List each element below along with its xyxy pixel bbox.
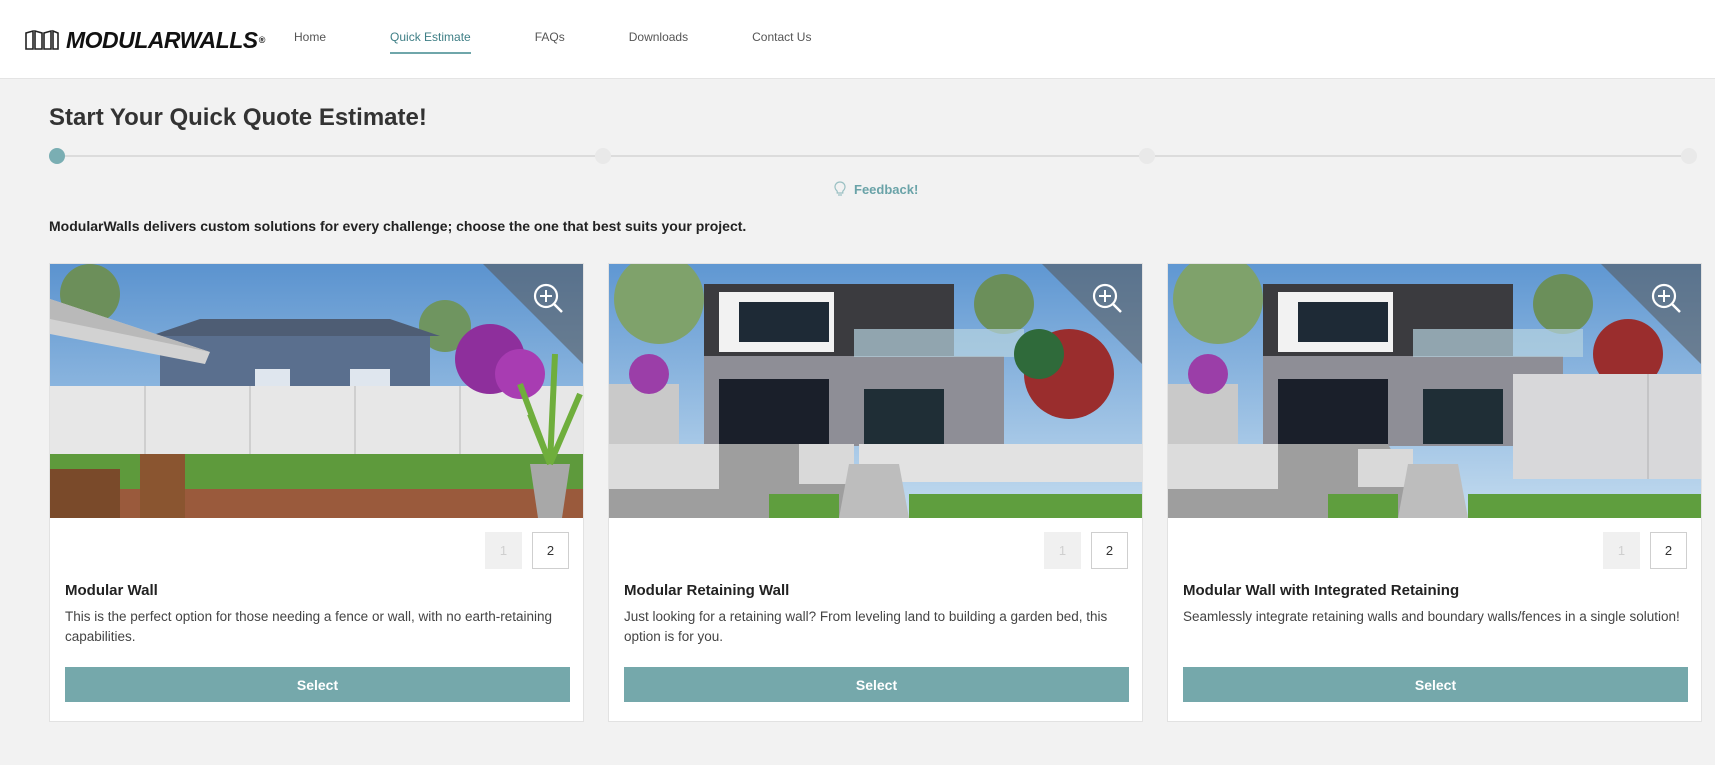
select-button-integrated-retaining[interactable]: Select (1183, 667, 1688, 702)
intro-text: ModularWalls delivers custom solutions f… (49, 218, 747, 234)
nav-home[interactable]: Home (294, 30, 326, 54)
card-image[interactable] (50, 264, 583, 518)
nav-faqs[interactable]: FAQs (535, 30, 565, 54)
progress-step-end (1681, 148, 1697, 164)
progress-step-1 (49, 148, 65, 164)
image-pager: 1 2 (475, 532, 569, 569)
card-title: Modular Wall (65, 582, 158, 599)
zoom-button[interactable] (1601, 264, 1701, 364)
nav-contact-us[interactable]: Contact Us (752, 30, 811, 54)
zoom-in-icon (533, 283, 563, 313)
card-image[interactable] (609, 264, 1142, 518)
page-button-2[interactable]: 2 (1091, 532, 1128, 569)
page-title: Start Your Quick Quote Estimate! (49, 104, 427, 131)
feedback-label: Feedback! (854, 181, 919, 197)
option-card-modular-wall: 1 2 Modular Wall This is the perfect opt… (49, 263, 584, 722)
image-pager: 1 2 (1593, 532, 1687, 569)
progress-bar (49, 148, 1697, 164)
logo-registered-mark: ® (258, 35, 266, 45)
page-button-2[interactable]: 2 (532, 532, 569, 569)
page-button-1[interactable]: 1 (485, 532, 522, 569)
option-card-integrated-retaining: 1 2 Modular Wall with Integrated Retaini… (1167, 263, 1702, 722)
card-title: Modular Retaining Wall (624, 582, 790, 599)
select-button-modular-retaining-wall[interactable]: Select (624, 667, 1129, 702)
zoom-button[interactable] (483, 264, 583, 364)
select-button-modular-wall[interactable]: Select (65, 667, 570, 702)
image-pager: 1 2 (1034, 532, 1128, 569)
feedback-link[interactable]: Feedback! (834, 181, 918, 197)
logo[interactable]: MODULARWALLS ® (24, 26, 265, 54)
main-nav: Home Quick Estimate FAQs Downloads Conta… (294, 30, 875, 54)
page-button-1[interactable]: 1 (1603, 532, 1640, 569)
zoom-in-icon (1092, 283, 1122, 313)
progress-segment (1155, 155, 1681, 157)
card-title: Modular Wall with Integrated Retaining (1183, 582, 1460, 599)
card-description: This is the perfect option for those nee… (65, 609, 553, 644)
zoom-button[interactable] (1042, 264, 1142, 364)
card-description: Just looking for a retaining wall? From … (624, 609, 1108, 644)
logo-text: MODULARWALLS (66, 26, 258, 53)
card-image[interactable] (1168, 264, 1701, 518)
option-card-modular-retaining-wall: 1 2 Modular Retaining Wall Just looking … (608, 263, 1143, 722)
progress-segment (611, 155, 1139, 157)
wall-panels-icon (25, 29, 59, 50)
progress-step-2 (595, 148, 611, 164)
card-description: Seamlessly integrate retaining walls and… (1183, 609, 1680, 624)
lightbulb-icon (834, 181, 846, 196)
progress-segment (65, 155, 595, 157)
nav-downloads[interactable]: Downloads (629, 30, 688, 54)
page-button-2[interactable]: 2 (1650, 532, 1687, 569)
page-button-1[interactable]: 1 (1044, 532, 1081, 569)
site-header: MODULARWALLS ® Home Quick Estimate FAQs D… (0, 0, 1715, 79)
progress-step-3 (1139, 148, 1155, 164)
zoom-in-icon (1651, 283, 1681, 313)
nav-quick-estimate[interactable]: Quick Estimate (390, 30, 471, 54)
